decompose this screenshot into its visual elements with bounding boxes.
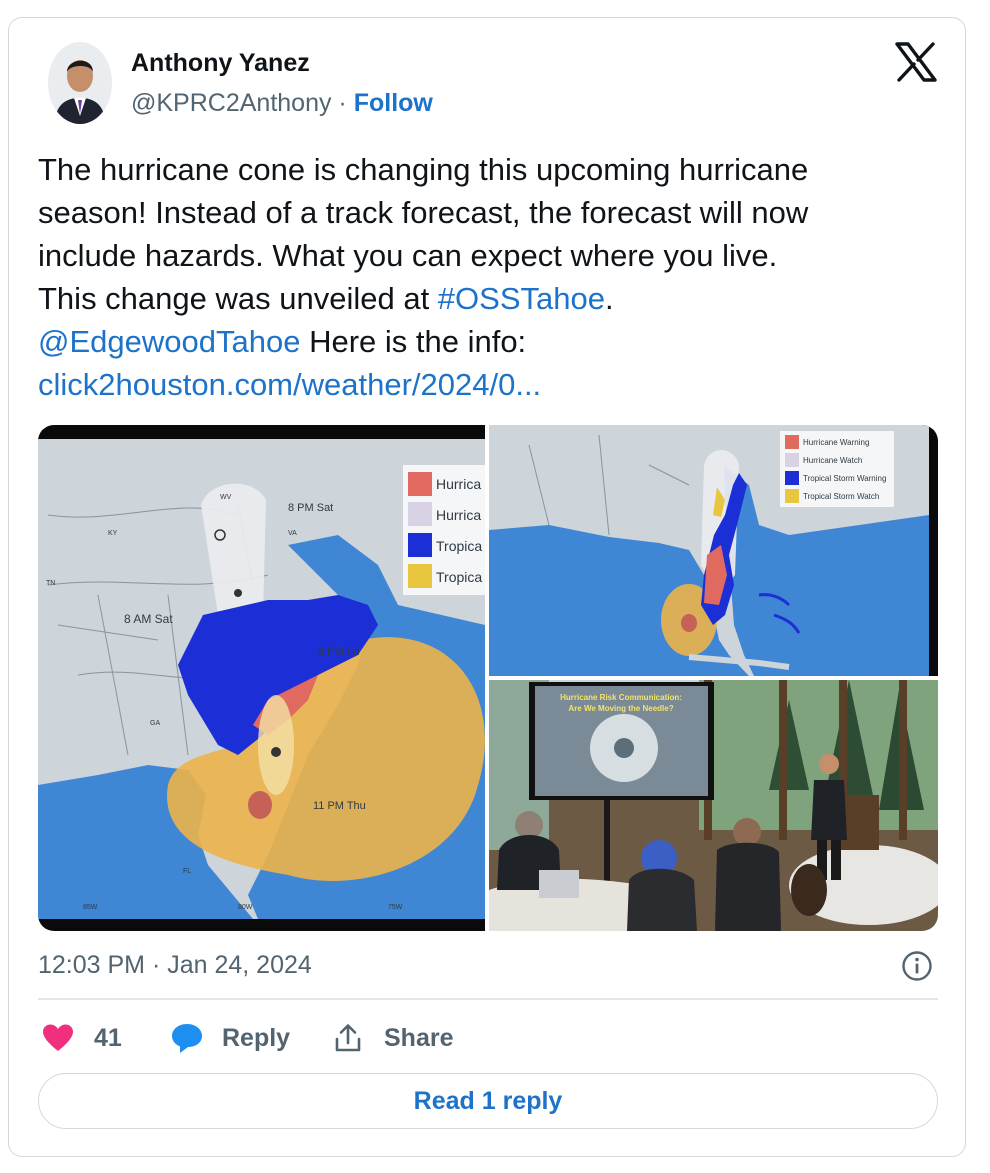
action-bar: 41 Reply Share <box>38 1018 938 1058</box>
legend-label: Tropical Storm Warning <box>803 474 886 483</box>
tweet-line: season! Instead of a track forecast, the… <box>38 195 809 230</box>
hashtag-link[interactable]: #OSSTahoe <box>438 281 605 316</box>
media-grid: 8 PM Sat 8 AM Sat 8 PM Fri 11 PM Thu WV … <box>38 425 938 931</box>
photo-hurricane-map-florida[interactable]: Hurricane Warning Hurricane Watch Tropic… <box>489 425 938 676</box>
tweet-text-segment: This change was unveiled at <box>38 281 438 316</box>
share-label: Share <box>384 1023 454 1052</box>
legend-label: Tropica <box>436 569 482 585</box>
legend-label: Tropical Storm Watch <box>803 492 879 501</box>
map-state-label: FL <box>183 868 191 875</box>
tweet-line: include hazards. What you can expect whe… <box>38 238 778 273</box>
map-state-label: KY <box>108 530 118 537</box>
map-time-label: 8 PM Fri <box>318 646 360 658</box>
map-time-label: 8 PM Sat <box>288 502 333 514</box>
reply-label: Reply <box>222 1023 291 1052</box>
like-button[interactable]: 41 <box>42 1018 122 1058</box>
like-count: 41 <box>94 1023 122 1052</box>
share-button[interactable]: Share <box>334 1018 453 1058</box>
photo-hurricane-map-large[interactable]: 8 PM Sat 8 AM Sat 8 PM Fri 11 PM Thu WV … <box>38 425 485 931</box>
timestamp[interactable]: 12:03 PM · Jan 24, 2024 <box>38 950 312 980</box>
read-replies-button[interactable]: Read 1 reply <box>38 1073 938 1129</box>
tweet-text-segment: . <box>604 281 614 316</box>
x-logo-icon[interactable] <box>895 42 937 82</box>
slide-title: Are We Moving the Needle? <box>568 704 673 713</box>
author-handle-row: @KPRC2Anthony · Follow <box>131 88 433 118</box>
legend-label: Hurrica <box>436 476 481 492</box>
map-time-label: 11 PM Thu <box>313 800 366 812</box>
map-legend: Hurrica Hurrica Tropica Tropica <box>403 465 485 595</box>
follow-button[interactable]: Follow <box>354 89 433 117</box>
legend-label: Hurricane Watch <box>803 456 862 465</box>
photo-conference-room[interactable]: Hurricane Risk Communication: Are We Mov… <box>489 680 938 931</box>
heart-icon <box>43 1024 73 1051</box>
florida-map-legend: Hurricane Warning Hurricane Watch Tropic… <box>780 431 894 507</box>
map-time-label: 8 AM Sat <box>124 612 173 626</box>
reply-bubble-icon <box>172 1024 202 1053</box>
article-link[interactable]: click2houston.com/weather/2024/0... <box>38 367 541 402</box>
legend-label: Hurricane Warning <box>803 438 869 447</box>
map-state-label: WV <box>220 494 232 501</box>
tweet-line: @EdgewoodTahoe Here is the info: <box>38 320 938 363</box>
info-icon[interactable] <box>901 950 933 982</box>
avatar-image <box>48 42 112 124</box>
legend-label: Hurrica <box>436 507 481 523</box>
map-state-label: GA <box>150 720 160 727</box>
map-longitude-label: 75W <box>388 904 403 911</box>
map-state-label: VA <box>288 530 297 537</box>
map-state-label: TN <box>46 580 55 587</box>
share-icon <box>335 1024 361 1052</box>
author-name[interactable]: Anthony Yanez <box>131 48 310 78</box>
tweet-text-segment: Here is the info: <box>300 324 527 359</box>
avatar[interactable] <box>48 42 112 124</box>
map-longitude-label: 80W <box>238 904 253 911</box>
legend-label: Tropica <box>436 538 482 554</box>
reply-button[interactable]: Reply <box>170 1018 290 1058</box>
mention-link[interactable]: @EdgewoodTahoe <box>38 324 300 359</box>
author-handle[interactable]: @KPRC2Anthony <box>131 89 331 117</box>
handle-separator: · <box>331 89 354 117</box>
tweet-text: The hurricane cone is changing this upco… <box>38 148 938 406</box>
divider <box>38 998 938 1000</box>
tweet-line: click2houston.com/weather/2024/0... <box>38 363 938 406</box>
map-longitude-label: 85W <box>83 904 98 911</box>
tweet-line: The hurricane cone is changing this upco… <box>38 152 809 187</box>
slide-title: Hurricane Risk Communication: <box>560 693 682 702</box>
tweet-line: This change was unveiled at #OSSTahoe. <box>38 277 938 320</box>
